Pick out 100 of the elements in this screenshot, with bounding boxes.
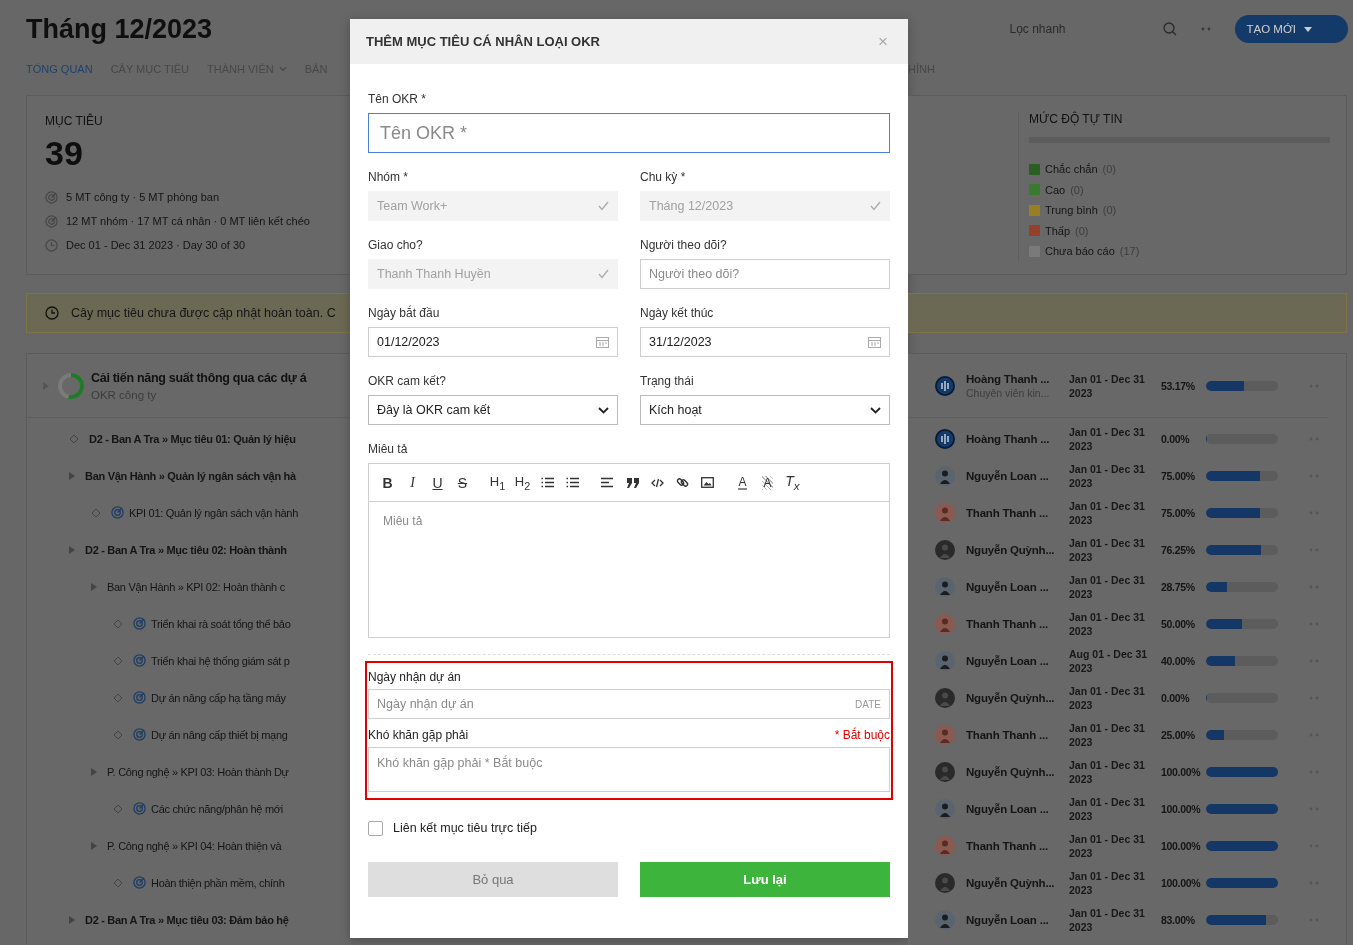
owner-name[interactable]: Thanh Thanh ... — [966, 617, 1069, 630]
owner-name[interactable]: Thanh Thanh ... — [966, 839, 1069, 852]
objective-title[interactable]: Dự án nâng cấp thiết bị mạng — [151, 728, 288, 741]
owner-name[interactable]: Nguyễn Loan ... — [966, 654, 1069, 667]
input-field[interactable]: 01/12/2023 — [368, 327, 618, 357]
input-field[interactable]: 31/12/2023 — [640, 327, 890, 357]
period-text: Jan 01 - Dec 31 2023 — [1069, 609, 1146, 638]
objective-title[interactable]: Ban Vận Hành » KPI 02: Hoàn thành c — [107, 580, 285, 593]
select-field[interactable]: Kích hoạt — [640, 395, 890, 425]
list-icon — [541, 477, 554, 488]
owner-name[interactable]: Nguyễn Loan ... — [966, 580, 1069, 593]
expand-arrow-icon[interactable] — [91, 582, 97, 591]
owner-name[interactable]: Nguyễn Quỳnh... — [966, 765, 1069, 778]
required-note: * Bắt buộc — [834, 728, 890, 742]
editor-placeholder: Miêu tả — [383, 514, 423, 528]
objective-title[interactable]: D2 - Ban A Tra » Mục tiêu 03: Đảm bảo hệ — [85, 913, 289, 926]
period-text: Jan 01 - Dec 31 2023 — [1069, 424, 1146, 453]
objective-title[interactable]: Ban Vận Hành » Quản lý ngân sách vận hà — [85, 469, 296, 482]
period-text: Jan 01 - Dec 31 2023 — [1069, 720, 1146, 749]
close-button[interactable]: × — [874, 31, 892, 52]
select-field[interactable]: Đây là OKR cam kết — [368, 395, 618, 425]
cancel-button[interactable]: Bỏ qua — [368, 862, 618, 897]
input-field[interactable]: Tháng 12/2023 — [640, 191, 890, 221]
summary-line: 5 MT công ty · 5 MT phòng ban — [66, 191, 220, 203]
expand-arrow-icon[interactable] — [69, 915, 75, 924]
save-button[interactable]: Lưu lại — [640, 862, 890, 897]
checkbox[interactable] — [368, 820, 383, 836]
calendar-icon[interactable] — [596, 336, 609, 348]
chevron-down-icon — [598, 406, 609, 414]
clear-button[interactable]: T$_{x}$ — [780, 470, 805, 495]
logo-avatar — [935, 428, 955, 449]
search-icon[interactable] — [1162, 22, 1177, 36]
field-label: Ngày kết thúc — [640, 305, 715, 321]
underline-button[interactable]: U — [425, 470, 450, 495]
alert-text: Cây mục tiêu chưa được cập nhật hoàn toàn. C — [71, 306, 336, 320]
legend-label: Thấp — [1045, 224, 1071, 237]
owner-name[interactable]: Nguyễn Quỳnh... — [966, 691, 1069, 704]
progress-bar — [1206, 914, 1278, 925]
objective-title[interactable]: D2 - Ban A Tra » Mục tiêu 01: Quản lý hiệu — [89, 432, 296, 445]
diamond-icon — [113, 803, 123, 814]
progress-percent: 0.00% — [1161, 691, 1191, 704]
summary-line: Dec 01 - Dec 31 2023 · Day 30 of 30 — [66, 239, 246, 251]
objective-title[interactable]: Cải tiến năng suất thông qua các dự á — [91, 370, 307, 385]
objective-title[interactable]: P. Công nghệ » KPI 03: Hoàn thành Dự — [107, 765, 289, 778]
objective-title[interactable]: D2 - Ban A Tra » Mục tiêu 02: Hoàn thành — [85, 543, 287, 556]
input-field[interactable]: Ngày nhận dự án DATE — [368, 689, 890, 719]
objective-title[interactable]: KPI 01: Quản lý ngân sách vận hành — [129, 506, 298, 519]
expand-arrow-icon[interactable] — [69, 545, 75, 554]
progress-percent: 28.75% — [1161, 580, 1196, 593]
progress-bar — [1206, 840, 1278, 851]
bold-button[interactable]: B — [375, 470, 400, 495]
progress-percent: 75.00% — [1161, 506, 1196, 519]
input-field[interactable]: Team Work+ — [368, 191, 618, 221]
period-text: Jan 01 - Dec 31 2023 — [1069, 371, 1146, 400]
owner-name[interactable]: Nguyễn Loan ... — [966, 802, 1069, 815]
field-label: Ngày nhận dự án — [368, 669, 461, 685]
nav-tab[interactable]: TỔNG QUAN — [26, 63, 93, 75]
italic-button[interactable]: I — [400, 470, 425, 495]
input-field[interactable]: Tên OKR * — [368, 113, 890, 153]
expand-arrow-icon[interactable] — [91, 841, 97, 850]
objective-title[interactable]: Hoàn thiện phần mềm, chính — [151, 876, 285, 889]
avatar — [935, 835, 955, 856]
owner-name[interactable]: Thanh Thanh ... — [966, 506, 1069, 519]
progress-percent: 100.00% — [1161, 876, 1202, 889]
quick-filter[interactable]: Lọc nhanh — [1009, 22, 1066, 36]
field-label: Ngày bắt đầu — [368, 305, 441, 321]
objective-title[interactable]: Triển khai rà soát tổng thể bảo — [151, 617, 291, 630]
input-field[interactable]: Người theo dõi? — [640, 259, 890, 289]
rich-text-editor[interactable]: B I U S H$_{1}$ H$_{2}$ A A T$_{x}$ Miêu tả — [368, 463, 890, 638]
strike-button[interactable]: S — [450, 470, 475, 495]
progress-bar — [1206, 766, 1278, 777]
background-button[interactable]: A — [755, 470, 780, 495]
expand-arrow-icon[interactable] — [69, 471, 75, 480]
owner-name[interactable]: Nguyễn Quỳnh... — [966, 876, 1069, 889]
summary-title: MỤC TIÊU — [45, 114, 104, 128]
objective-title[interactable]: Triển khai hệ thống giám sát p — [151, 654, 290, 667]
heading-button[interactable]: H$_{2}$ — [510, 470, 535, 495]
calendar-icon[interactable] — [868, 336, 881, 348]
input-field[interactable]: Khó khăn gặp phải * Bắt buộc — [368, 747, 890, 792]
owner-name[interactable]: Hoàng Thanh ... — [966, 372, 1069, 385]
heading-button[interactable]: H$_{1}$ — [485, 470, 510, 495]
owner-name[interactable]: Nguyễn Quỳnh... — [966, 543, 1069, 556]
owner-name[interactable]: Thanh Thanh ... — [966, 728, 1069, 741]
objective-title[interactable]: Dự án nâng cấp hạ tầng máy — [151, 691, 286, 704]
objective-title[interactable]: P. Công nghệ » KPI 04: Hoàn thiện và — [107, 839, 282, 852]
owner-name[interactable]: Hoàng Thanh ... — [966, 432, 1069, 445]
checkbox-label[interactable]: Liên kết mục tiêu trực tiếp — [393, 821, 537, 835]
period-text: Jan 01 - Dec 31 2023 — [1069, 757, 1146, 786]
legend-label: Trung bình — [1045, 204, 1098, 217]
owner-name[interactable]: Nguyễn Loan ... — [966, 913, 1069, 926]
logo-avatar — [935, 375, 955, 396]
quote-icon — [626, 477, 639, 488]
more-icon[interactable] — [1200, 27, 1211, 31]
objective-title[interactable]: Các chức năng/phân hệ mới — [151, 802, 283, 815]
legend-label: Chắc chắn — [1045, 163, 1098, 176]
create-button[interactable]: TẠO MỚI — [1234, 15, 1348, 43]
input-field[interactable]: Thanh Thanh Huyền — [368, 259, 618, 289]
text-color-button[interactable]: A — [730, 470, 755, 495]
owner-name[interactable]: Nguyễn Loan ... — [966, 469, 1069, 482]
expand-arrow-icon[interactable] — [91, 767, 97, 776]
